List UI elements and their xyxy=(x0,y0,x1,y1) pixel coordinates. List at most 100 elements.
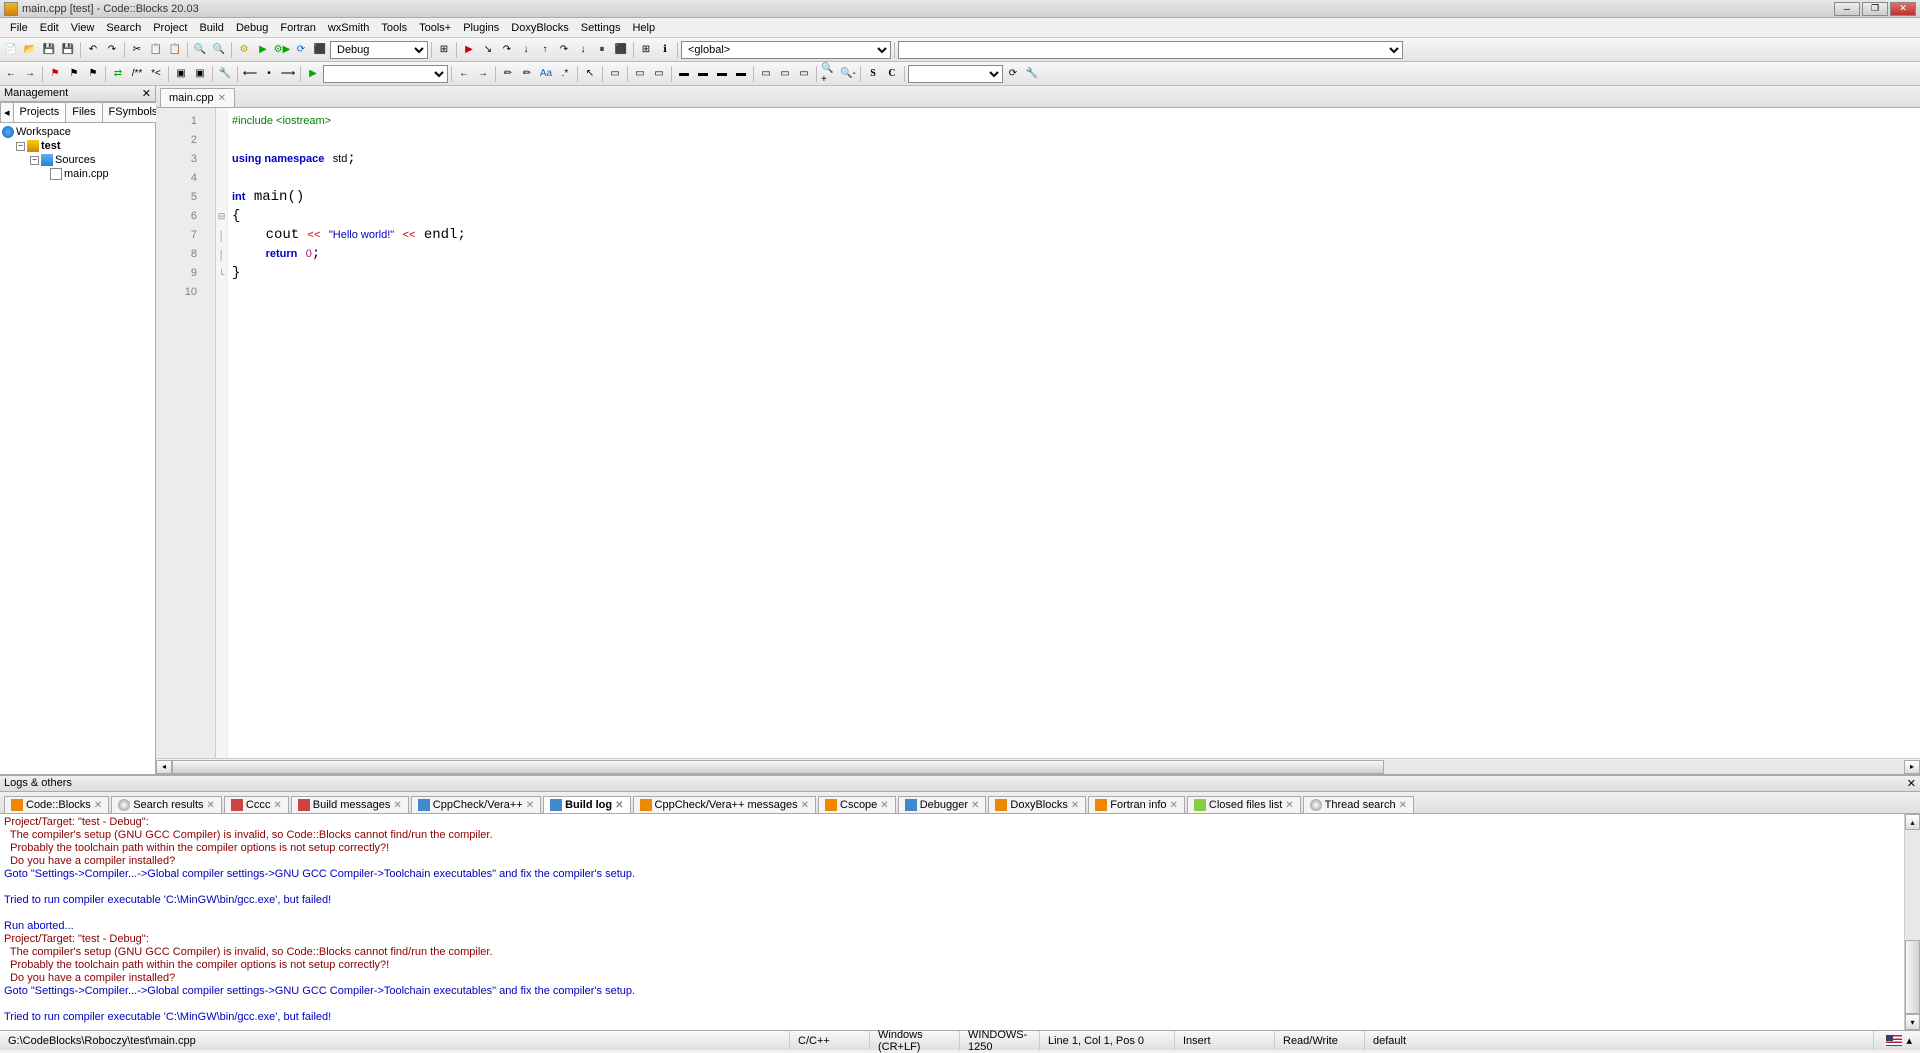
new-file-icon[interactable]: 📄 xyxy=(2,41,20,59)
vscroll-thumb[interactable] xyxy=(1905,940,1920,1014)
save-icon[interactable]: 💾 xyxy=(40,41,58,59)
logtab-cppcheckmsg[interactable]: CppCheck/Vera++ messages✕ xyxy=(633,796,816,813)
us-flag-icon[interactable] xyxy=(1886,1035,1902,1046)
info-icon[interactable]: ℹ xyxy=(656,41,674,59)
uncomment-icon[interactable]: *< xyxy=(147,65,165,83)
step-out-icon[interactable]: ↑ xyxy=(536,41,554,59)
block3-icon[interactable]: ▬ xyxy=(713,65,731,83)
bookmark-toggle-icon[interactable]: ⚑ xyxy=(46,65,64,83)
step-into-instr-icon[interactable]: ↓ xyxy=(574,41,592,59)
next-line-icon[interactable]: ↷ xyxy=(498,41,516,59)
debug-windows-icon[interactable]: ⊞ xyxy=(637,41,655,59)
logtab-codeblocks[interactable]: Code::Blocks✕ xyxy=(4,796,109,813)
menu-view[interactable]: View xyxy=(65,20,101,36)
menu-search[interactable]: Search xyxy=(100,20,147,36)
logtab-cppcheck[interactable]: CppCheck/Vera++✕ xyxy=(411,796,541,813)
redo-icon[interactable]: ↷ xyxy=(103,41,121,59)
diff-icon[interactable]: ⇄ xyxy=(109,65,127,83)
tab-close-icon[interactable]: ✕ xyxy=(615,800,623,811)
open-file-icon[interactable]: 📂 xyxy=(21,41,39,59)
logtab-fortran[interactable]: Fortran info✕ xyxy=(1088,796,1185,813)
paste-icon[interactable]: 📋 xyxy=(166,41,184,59)
copy-icon[interactable]: 📋 xyxy=(147,41,165,59)
menu-help[interactable]: Help xyxy=(626,20,661,36)
refresh-icon[interactable]: ⟳ xyxy=(1004,65,1022,83)
build-run-icon[interactable]: ⚙▶ xyxy=(273,41,291,59)
tab-close-icon[interactable]: ✕ xyxy=(971,800,979,811)
mgmt-tab-files[interactable]: Files xyxy=(65,102,102,122)
scroll-up-icon[interactable]: ▴ xyxy=(1905,814,1920,830)
menu-fortran[interactable]: Fortran xyxy=(274,20,321,36)
build-icon[interactable]: ⚙ xyxy=(235,41,253,59)
logtab-threadsearch[interactable]: Thread search✕ xyxy=(1303,796,1414,813)
tab-close-icon[interactable]: ✕ xyxy=(801,800,809,811)
tab-close-icon[interactable]: ✕ xyxy=(1285,800,1293,811)
block1-icon[interactable]: ▬ xyxy=(675,65,693,83)
tab-close-icon[interactable]: ✕ xyxy=(393,800,401,811)
replace-icon[interactable]: 🔍 xyxy=(210,41,228,59)
block7-icon[interactable]: ▭ xyxy=(795,65,813,83)
regex-icon[interactable]: .* xyxy=(556,65,574,83)
helper-combo[interactable] xyxy=(323,65,448,83)
save-all-icon[interactable]: 💾 xyxy=(59,41,77,59)
rebuild-icon[interactable]: ⟳ xyxy=(292,41,310,59)
bookmark-next-icon[interactable]: ⚑ xyxy=(84,65,102,83)
highlight-icon[interactable]: ✏ xyxy=(499,65,517,83)
text-aa-icon[interactable]: Aa xyxy=(537,65,555,83)
last-func-icon[interactable]: ⟶ xyxy=(279,65,297,83)
cut-icon[interactable]: ✂ xyxy=(128,41,146,59)
logtab-debugger[interactable]: Debugger✕ xyxy=(898,796,987,813)
nav-back-icon[interactable]: ← xyxy=(455,65,473,83)
close-button[interactable]: ✕ xyxy=(1890,2,1916,16)
select-icon[interactable]: ↖ xyxy=(581,65,599,83)
abort-icon[interactable]: ⬛ xyxy=(311,41,329,59)
logtab-buildlog[interactable]: Build log✕ xyxy=(543,796,630,813)
comment-icon[interactable]: /** xyxy=(128,65,146,83)
run-doxy-icon[interactable]: ▣ xyxy=(172,65,190,83)
menu-plugins[interactable]: Plugins xyxy=(457,20,505,36)
rect2-icon[interactable]: ▭ xyxy=(631,65,649,83)
logtab-doxyblocks[interactable]: DoxyBlocks✕ xyxy=(988,796,1086,813)
logs-close-icon[interactable]: ✕ xyxy=(1907,777,1916,790)
rect3-icon[interactable]: ▭ xyxy=(650,65,668,83)
tab-close-icon[interactable]: ✕ xyxy=(1170,800,1178,811)
editor-tab-main[interactable]: main.cpp ✕ xyxy=(160,88,235,107)
build-log-output[interactable]: Project/Target: "test - Debug": The comp… xyxy=(0,814,1904,1030)
scroll-left-icon[interactable]: ◂ xyxy=(156,760,172,774)
logtab-buildmsg[interactable]: Build messages✕ xyxy=(291,796,409,813)
tab-close-icon[interactable]: ✕ xyxy=(218,93,226,104)
mgmt-tab-scroll-left[interactable]: ◂ xyxy=(0,102,14,122)
zoom-out-icon[interactable]: 🔍- xyxy=(839,65,857,83)
next-func-icon[interactable]: • xyxy=(260,65,278,83)
menu-tools[interactable]: Tools xyxy=(375,20,413,36)
bookmark-prev-icon[interactable]: ⚑ xyxy=(65,65,83,83)
c-icon[interactable]: C xyxy=(883,65,901,83)
zoom-in-icon[interactable]: 🔍+ xyxy=(820,65,838,83)
hscroll-thumb[interactable] xyxy=(172,760,1384,774)
prev-func-icon[interactable]: ⟵ xyxy=(241,65,259,83)
tree-file-main[interactable]: main.cpp xyxy=(2,167,153,181)
tray-up-icon[interactable]: ▴ xyxy=(1906,1034,1912,1047)
logtab-search[interactable]: Search results✕ xyxy=(111,796,222,813)
run-icon[interactable]: ▶ xyxy=(254,41,272,59)
find-icon[interactable]: 🔍 xyxy=(191,41,209,59)
maximize-button[interactable]: ❐ xyxy=(1862,2,1888,16)
logs-vscroll[interactable]: ▴ ▾ xyxy=(1904,814,1920,1030)
menu-toolsplus[interactable]: Tools+ xyxy=(413,20,457,36)
options-icon[interactable]: 🔧 xyxy=(1023,65,1041,83)
run-to-cursor-icon[interactable]: ↘ xyxy=(479,41,497,59)
doxy-settings-icon[interactable]: ▣ xyxy=(191,65,209,83)
highlight2-icon[interactable]: ✏ xyxy=(518,65,536,83)
extra-combo[interactable] xyxy=(908,65,1003,83)
tab-close-icon[interactable]: ✕ xyxy=(526,800,534,811)
break-icon[interactable]: ⏸ xyxy=(593,41,611,59)
toggle-source-header-icon[interactable]: ⊞ xyxy=(435,41,453,59)
tab-close-icon[interactable]: ✕ xyxy=(1399,800,1407,811)
fold-column[interactable]: ⊟││└ xyxy=(216,108,228,758)
tree-workspace[interactable]: Workspace xyxy=(2,125,153,139)
build-target-combo[interactable]: Debug xyxy=(330,41,428,59)
tab-close-icon[interactable]: ✕ xyxy=(273,800,281,811)
logtab-cscope[interactable]: Cscope✕ xyxy=(818,796,896,813)
mgmt-tab-projects[interactable]: Projects xyxy=(13,102,67,122)
scope-combo[interactable]: <global> xyxy=(681,41,891,59)
